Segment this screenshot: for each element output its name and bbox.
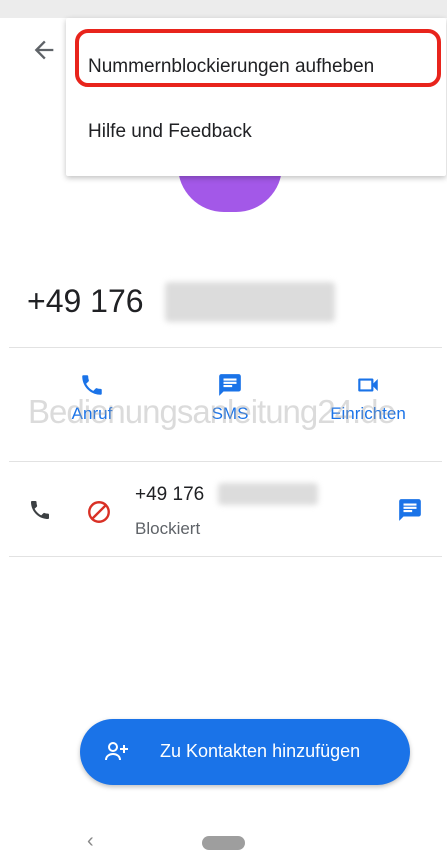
watermark-text: Bedienungsanleitung24.de (28, 393, 396, 430)
divider (9, 347, 442, 348)
phone-icon (31, 501, 49, 519)
divider (9, 461, 442, 462)
history-message-button[interactable] (397, 497, 423, 528)
highlight-ring (75, 29, 441, 87)
overflow-menu: Nummernblockierungen aufheben Hilfe und … (66, 18, 446, 176)
status-bar (0, 0, 447, 18)
message-icon (399, 499, 421, 521)
menu-item-help-feedback[interactable]: Hilfe und Feedback (88, 121, 252, 143)
back-button[interactable] (30, 36, 58, 64)
add-to-contacts-button[interactable]: Zu Kontakten hinzufügen (80, 719, 410, 785)
redacted-number-block (218, 483, 318, 505)
nav-home-pill[interactable] (202, 836, 245, 850)
arrow-back-icon (34, 40, 54, 60)
nav-back-button[interactable]: ‹ (87, 830, 94, 853)
contact-number: +49 176 (27, 283, 144, 319)
blocked-indicator (86, 499, 112, 530)
history-status: Blockiert (135, 519, 201, 538)
redacted-number-block (165, 282, 335, 322)
divider (9, 556, 442, 557)
history-number: +49 176 (135, 484, 205, 505)
block-icon (88, 501, 110, 523)
add-to-contacts-label: Zu Kontakten hinzufügen (160, 741, 361, 761)
add-person-icon (105, 742, 128, 761)
history-call-button[interactable] (28, 498, 52, 527)
